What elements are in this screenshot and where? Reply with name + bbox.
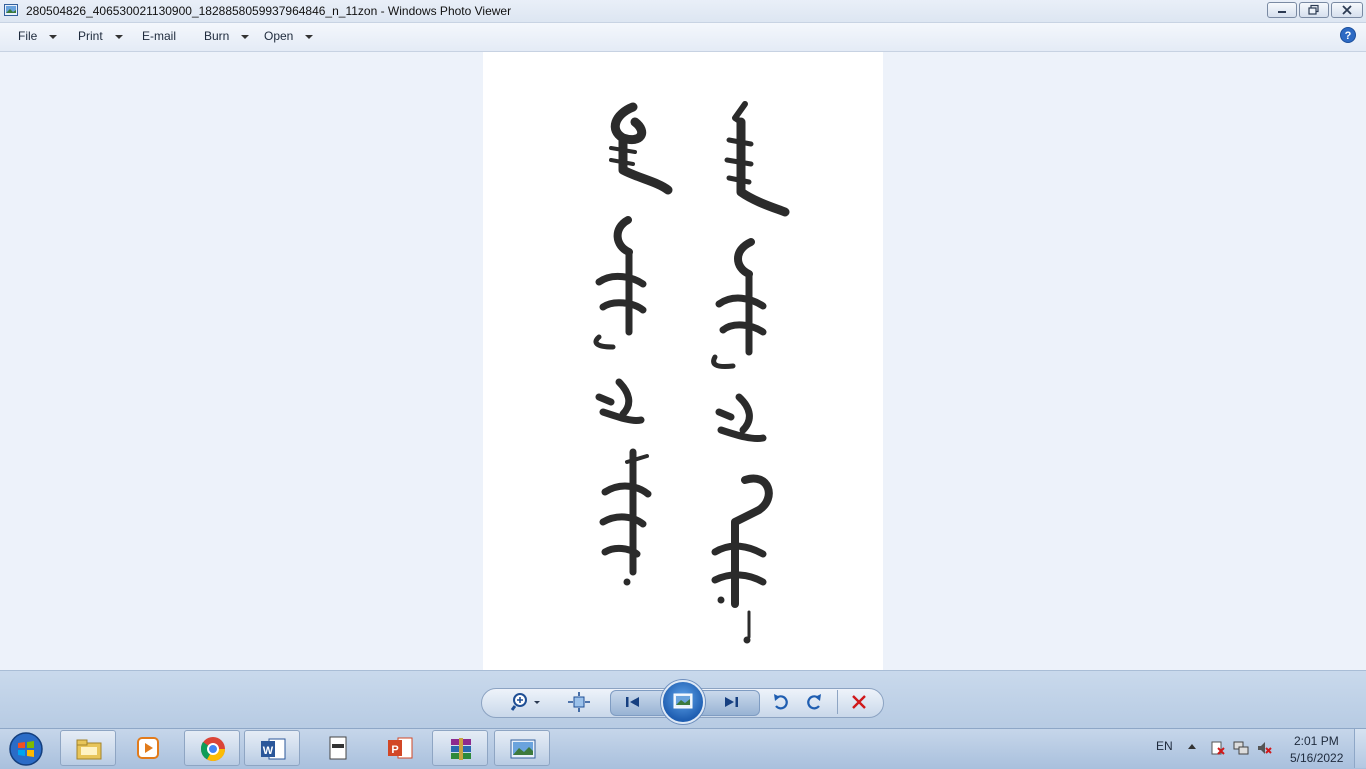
title-bar: 280504826_406530021130900_18288580599379…: [0, 0, 1366, 23]
windows-explorer-icon: [76, 739, 102, 760]
menu-burn-label: Burn: [204, 29, 230, 43]
taskbar-winrar[interactable]: [432, 730, 488, 766]
image-viewport: [0, 52, 1366, 670]
rotate-counterclockwise-icon[interactable]: [770, 692, 792, 712]
zoom-icon[interactable]: [510, 692, 542, 712]
svg-text:W: W: [263, 745, 274, 757]
menu-open-label: Open: [264, 29, 294, 43]
chevron-down-icon: [241, 34, 250, 39]
action-center-icon[interactable]: [1210, 740, 1226, 756]
start-button[interactable]: [6, 731, 46, 767]
chevron-down-icon: [49, 34, 58, 39]
separator: [837, 690, 838, 714]
rotate-clockwise-icon[interactable]: [803, 692, 825, 712]
taskbar-explorer[interactable]: [60, 730, 116, 766]
close-icon: [1342, 5, 1352, 15]
svg-text:P: P: [391, 744, 398, 756]
chrome-icon: [200, 737, 225, 762]
clock-time[interactable]: 2:01 PM: [1294, 734, 1339, 748]
taskbar-word[interactable]: W: [244, 730, 300, 766]
minimize-icon: [1278, 11, 1286, 13]
menu-open[interactable]: Open: [264, 29, 314, 45]
help-icon[interactable]: ?: [1340, 27, 1356, 43]
actual-size-icon[interactable]: [568, 692, 590, 712]
chevron-down-icon: [305, 34, 314, 39]
volume-muted-icon[interactable]: [1256, 740, 1272, 756]
show-hidden-icons-icon[interactable]: [1188, 744, 1196, 749]
media-player-icon: [137, 737, 159, 759]
restore-button[interactable]: [1299, 2, 1329, 18]
menu-file[interactable]: File: [18, 29, 58, 45]
svg-text:?: ?: [1345, 30, 1352, 42]
delete-icon[interactable]: [848, 692, 870, 712]
photo-viewer-icon: [4, 4, 18, 16]
calligraphy-right-column: [711, 101, 790, 644]
notepad-icon: [329, 736, 347, 760]
taskbar-media-player[interactable]: [120, 730, 176, 766]
window-title: 280504826_406530021130900_18288580599379…: [26, 4, 512, 18]
photo: [483, 52, 883, 670]
menu-bar: File Print E-mail Burn Open: [0, 23, 1366, 52]
taskbar-chrome[interactable]: [184, 730, 240, 766]
slideshow-icon: [673, 693, 693, 709]
taskbar-powerpoint[interactable]: P: [372, 730, 428, 766]
mongolian-script-calligraphy: [593, 101, 790, 644]
next-icon[interactable]: [720, 692, 742, 712]
clock-date[interactable]: 5/16/2022: [1290, 751, 1343, 765]
menu-print-label: Print: [78, 29, 103, 43]
word-icon: W: [261, 738, 286, 760]
close-button[interactable]: [1331, 2, 1363, 18]
chevron-down-icon: [114, 34, 123, 39]
maximize-icon: [1308, 4, 1319, 15]
taskbar-notepad[interactable]: [310, 730, 366, 766]
menu-email-label: E-mail: [142, 29, 177, 43]
minimize-button[interactable]: [1267, 2, 1297, 18]
menu-file-label: File: [18, 29, 38, 43]
language-indicator[interactable]: EN: [1156, 739, 1173, 753]
taskbar-photo-viewer[interactable]: [494, 730, 550, 766]
previous-icon[interactable]: [622, 692, 644, 712]
menu-email[interactable]: E-mail: [142, 29, 176, 45]
show-desktop-button[interactable]: [1354, 729, 1366, 768]
menu-burn[interactable]: Burn: [204, 29, 250, 45]
powerpoint-icon: P: [388, 737, 413, 759]
winrar-icon: [451, 738, 471, 760]
slideshow-button[interactable]: [661, 680, 705, 724]
photo-viewer-icon: [510, 739, 536, 759]
calligraphy-left-column: [593, 102, 673, 586]
menu-print[interactable]: Print: [78, 29, 123, 45]
network-icon[interactable]: [1233, 740, 1249, 756]
